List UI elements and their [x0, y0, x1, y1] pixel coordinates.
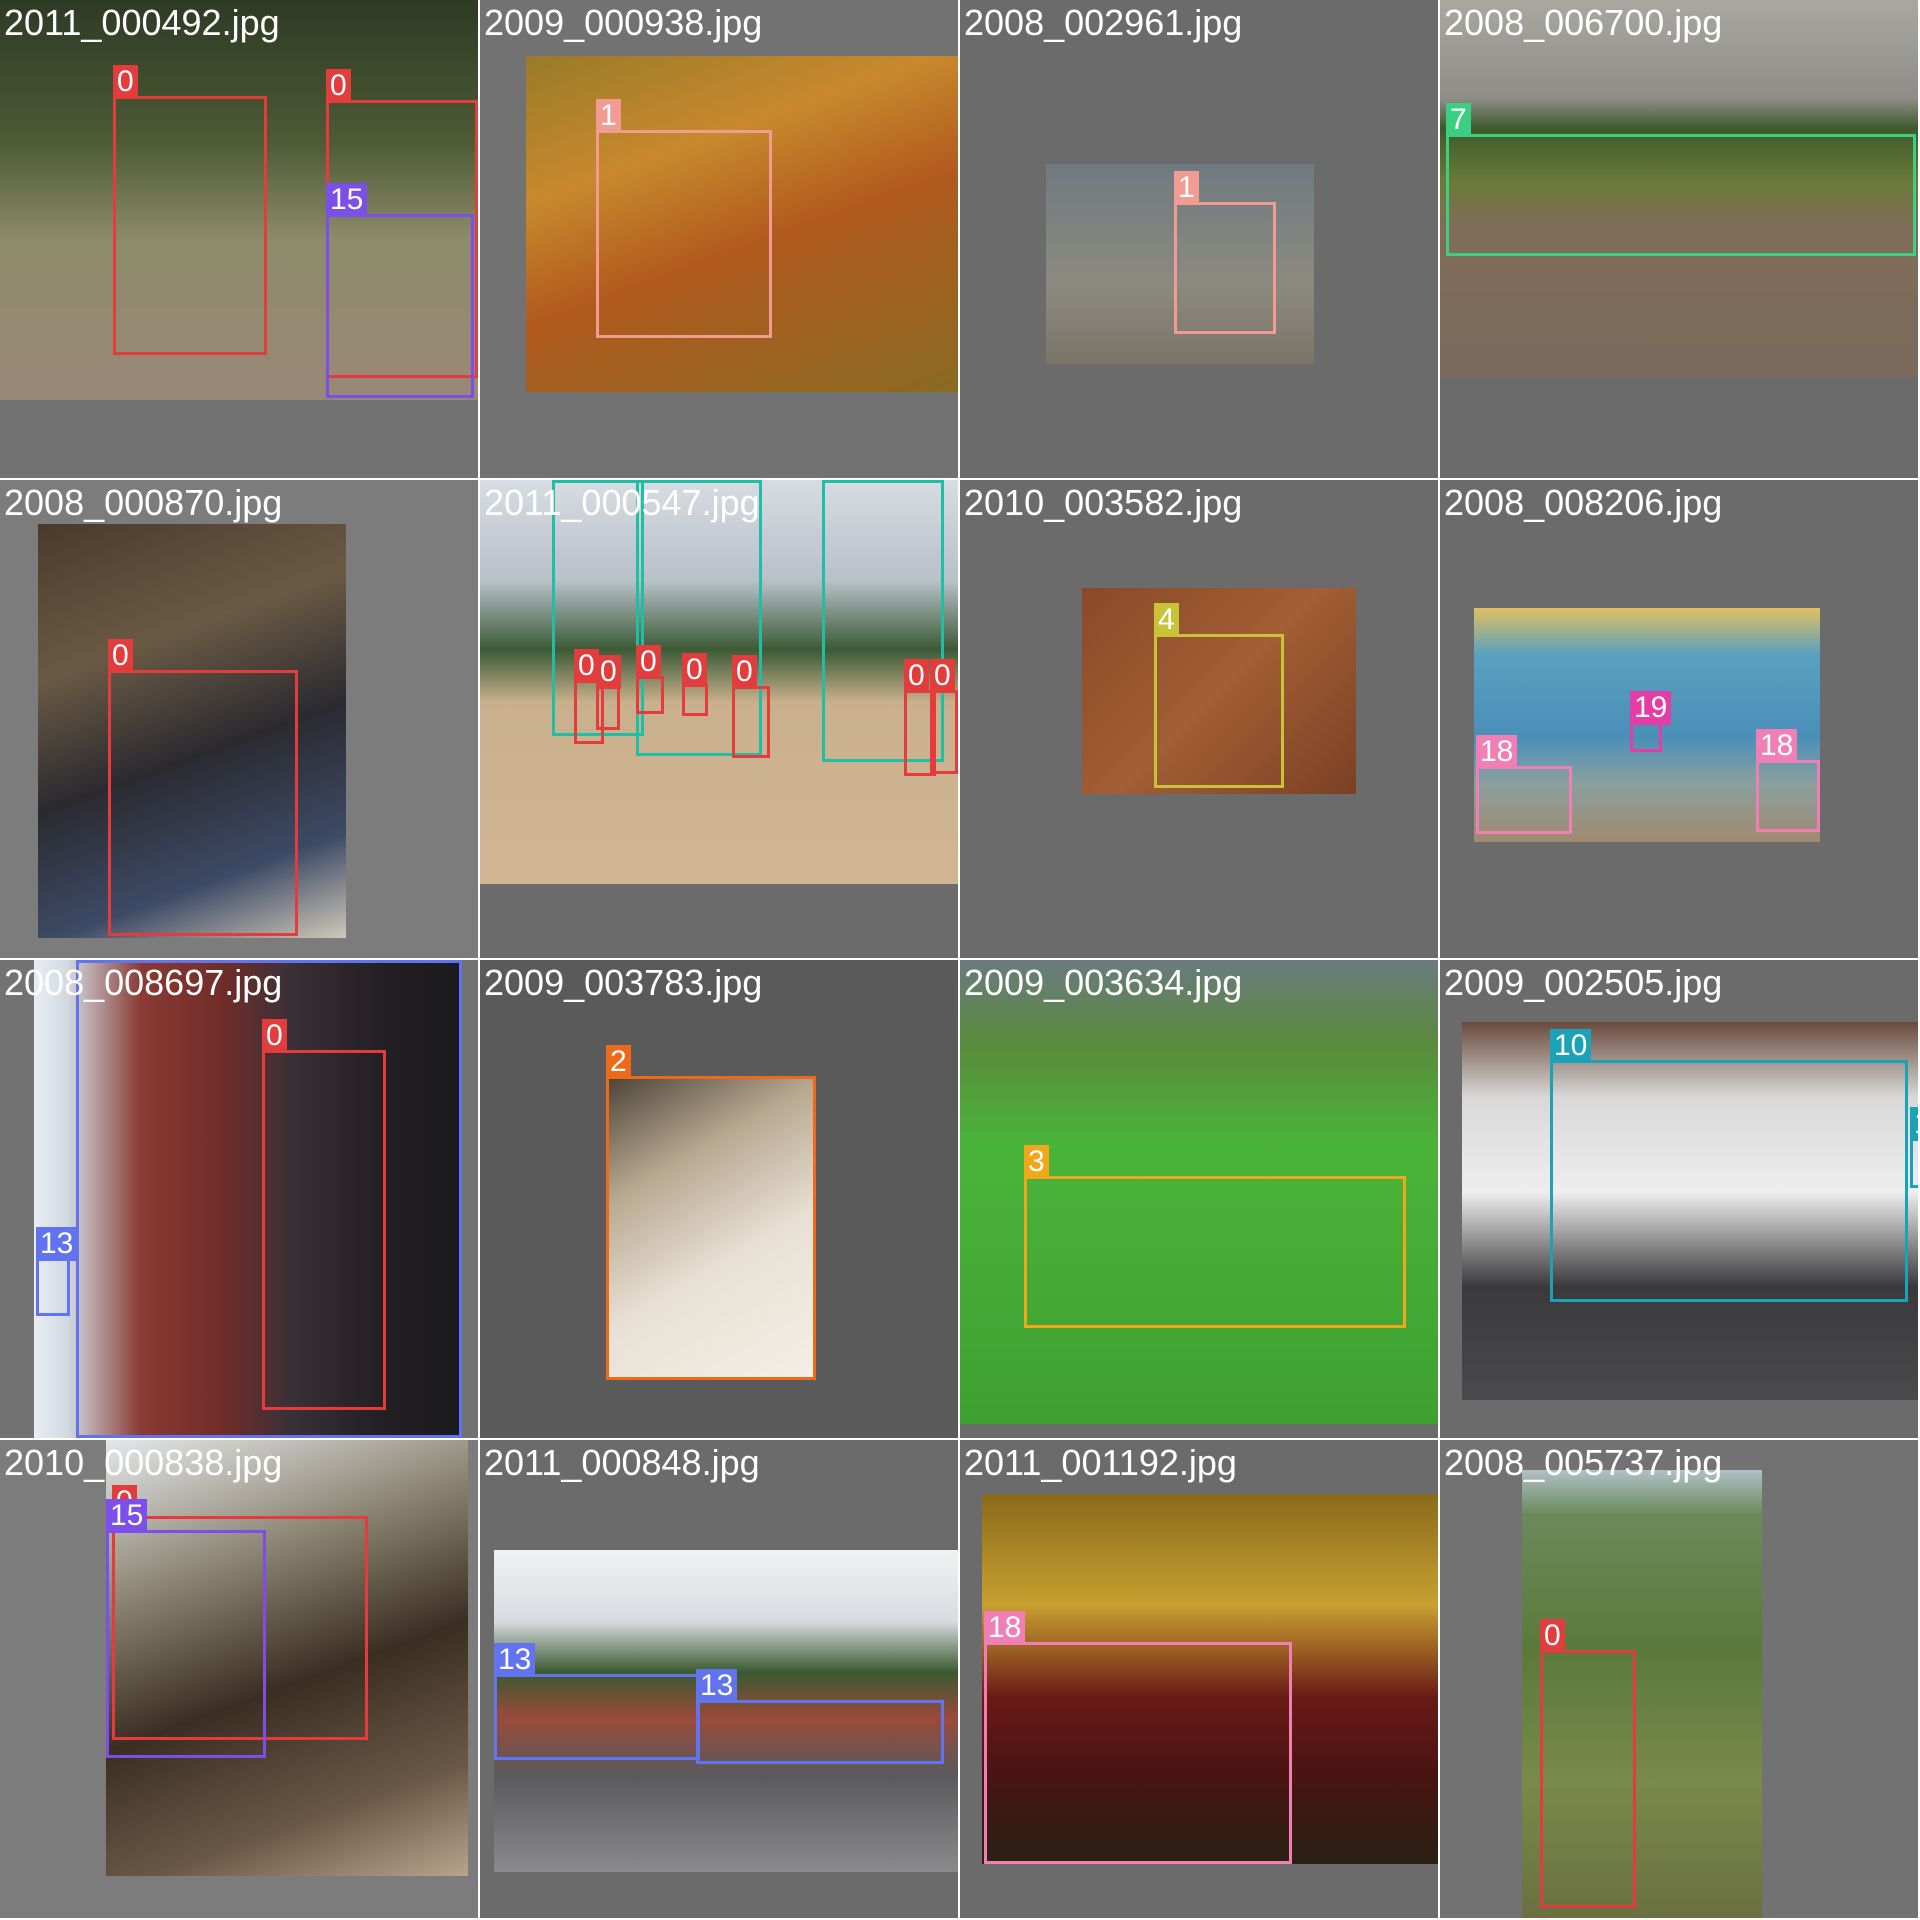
class-label: 3	[1024, 1145, 1049, 1179]
image-tile: 2 2009_003783.jpg	[480, 960, 960, 1440]
bounding-box: 10	[1550, 1029, 1908, 1302]
filename-label: 2011_000492.jpg	[4, 2, 280, 43]
bounding-box: 0	[113, 65, 267, 355]
image-tile: 4 2010_003582.jpg	[960, 480, 1440, 960]
bounding-box: 19	[1630, 691, 1672, 752]
filename-label: 2008_000870.jpg	[4, 482, 283, 523]
class-label: 0	[326, 69, 351, 103]
class-label: 4	[1154, 603, 1179, 637]
bounding-box: 13	[696, 1669, 944, 1764]
class-label: 1	[596, 99, 621, 133]
class-label: 0	[113, 65, 138, 99]
bounding-box: 0	[682, 653, 708, 716]
class-label: 18	[1476, 735, 1518, 769]
filename-label: 2008_002961.jpg	[964, 2, 1243, 43]
class-label: 2	[606, 1045, 631, 1079]
filename-label: 2008_008206.jpg	[1444, 482, 1723, 523]
bounding-box: 0	[732, 655, 770, 758]
bounding-box: 18	[1756, 729, 1820, 832]
bounding-box: 1	[596, 99, 772, 338]
image-grid: 0 0 15 2011_000492.jpg 1 2009_000938.jpg 1 2008…	[0, 0, 1920, 1920]
image-tile: 99900000002011_000547.jpg	[480, 480, 960, 960]
bounding-box: 0	[636, 645, 664, 714]
class-label: 10	[1550, 1029, 1592, 1063]
bounding-box: 13	[36, 1227, 78, 1316]
image-tile: 18 2011_001192.jpg	[960, 1440, 1440, 1920]
bounding-box: 0	[1540, 1619, 1636, 1908]
bounding-box: 2	[606, 1045, 816, 1380]
bounding-box: 15	[326, 183, 474, 398]
class-label: 10	[1910, 1107, 1918, 1141]
class-label: 0	[904, 659, 929, 693]
class-label: 1	[1174, 171, 1199, 205]
image-tile: 0 2008_000870.jpg	[0, 480, 480, 960]
filename-label: 2010_003582.jpg	[964, 482, 1243, 523]
image-tile: 1 2008_002961.jpg	[960, 0, 1440, 480]
class-label: 0	[1540, 1619, 1565, 1653]
filename-label: 2009_003783.jpg	[484, 962, 763, 1003]
class-label: 0	[682, 653, 707, 687]
image-tile: 1 2009_000938.jpg	[480, 0, 960, 480]
class-label: 15	[326, 183, 368, 217]
image-tile: 10 10 2009_002505.jpg	[1440, 960, 1920, 1440]
filename-label: 2008_006700.jpg	[1444, 2, 1723, 43]
bounding-box: 18	[1476, 735, 1572, 834]
filename-label: 2010_000838.jpg	[4, 1442, 283, 1483]
bounding-box: 0	[262, 1019, 386, 1410]
filename-label: 2009_000938.jpg	[484, 2, 763, 43]
class-label: 13	[494, 1643, 536, 1677]
class-label: 0	[732, 655, 757, 689]
class-label: 15	[106, 1499, 148, 1533]
bounding-box: 0	[930, 659, 958, 774]
image-tile: 0 2008_005737.jpg	[1440, 1440, 1920, 1920]
class-label: 0	[636, 645, 661, 679]
image-tile: 130132008_008697.jpg	[0, 960, 480, 1440]
bounding-box: 10	[1910, 1107, 1918, 1188]
bounding-box: 1	[1174, 171, 1276, 334]
image-tile: 3 2009_003634.jpg	[960, 960, 1440, 1440]
class-label: 18	[1756, 729, 1798, 763]
bounding-box: 7	[1446, 103, 1916, 256]
class-label: 13	[696, 1669, 738, 1703]
image-tile: 0 0 15 2011_000492.jpg	[0, 0, 480, 480]
image-tile: 18 19 18 2008_008206.jpg	[1440, 480, 1920, 960]
image-tile: 0152010_000838.jpg	[0, 1440, 480, 1920]
bounding-box: 13	[494, 1643, 700, 1760]
class-label: 0	[574, 649, 599, 683]
image-tile: 7 2008_006700.jpg	[1440, 0, 1920, 480]
class-label: 18	[984, 1611, 1026, 1645]
filename-label: 2008_005737.jpg	[1444, 1442, 1723, 1483]
class-label: 7	[1446, 103, 1471, 137]
filename-label: 2011_001192.jpg	[964, 1442, 1237, 1483]
bounding-box: 3	[1024, 1145, 1406, 1328]
filename-label: 2011_000547.jpg	[484, 482, 760, 523]
filename-label: 2011_000848.jpg	[484, 1442, 760, 1483]
class-label: 0	[596, 655, 621, 689]
filename-label: 2009_003634.jpg	[964, 962, 1243, 1003]
image-tile: 13 13 2011_000848.jpg	[480, 1440, 960, 1920]
bounding-box: 18	[984, 1611, 1292, 1864]
class-label: 0	[930, 659, 955, 693]
class-label: 0	[262, 1019, 287, 1053]
class-label: 19	[1630, 691, 1672, 725]
bounding-box: 4	[1154, 603, 1284, 788]
bounding-box: 0	[108, 639, 298, 936]
class-label: 9	[822, 480, 847, 483]
filename-label: 2009_002505.jpg	[1444, 962, 1723, 1003]
filename-label: 2008_008697.jpg	[4, 962, 283, 1003]
bounding-box: 0	[596, 655, 621, 730]
bounding-box: 15	[106, 1499, 266, 1758]
class-label: 0	[108, 639, 133, 673]
class-label: 13	[36, 1227, 78, 1261]
